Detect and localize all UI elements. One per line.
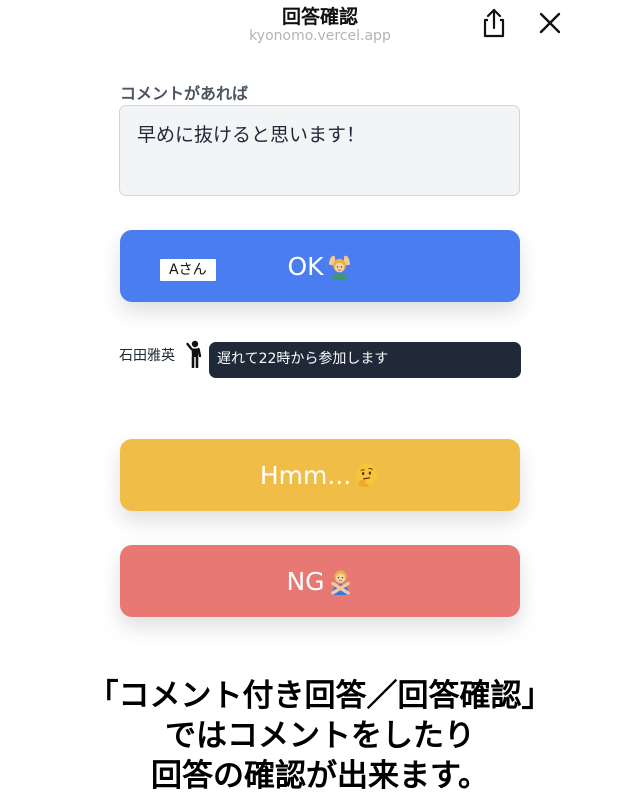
caption-line-3: 回答の確認が出来ます。 [151, 758, 489, 794]
caption-line-2: ではコメントをしたり [165, 718, 475, 754]
comment-field[interactable]: 早めに抜けると思います！ [119, 105, 520, 196]
comment-bubble: 遅れて22時から参加します [209, 342, 521, 378]
ng-label: NG [286, 566, 325, 596]
responder-tag: Aさん [160, 259, 216, 281]
person-gesturing-no-icon [330, 569, 350, 595]
commenter-name: 石田雅英 [119, 348, 175, 364]
header: 回答確認 kyonomo.vercel.app [0, 0, 640, 56]
caption: 「コメント付き回答／回答確認」 ではコメントをしたり 回答の確認が出来ます。 [0, 676, 640, 796]
caption-line-1: 「コメント付き回答／回答確認」 [87, 678, 553, 714]
share-button[interactable] [476, 6, 512, 42]
ng-button[interactable]: NG [120, 545, 520, 617]
close-button[interactable] [532, 6, 568, 42]
person-standing-icon [186, 340, 202, 368]
share-icon [483, 8, 505, 38]
hmm-label: Hmm... [259, 460, 352, 490]
hmm-button[interactable]: Hmm... [120, 439, 520, 511]
answer-confirm-page: 回答確認 kyonomo.vercel.app コメントがあれば 早めに抜けると… [0, 0, 640, 800]
close-icon [539, 12, 561, 34]
ok-label: OK [287, 251, 324, 281]
thinking-face-icon [356, 463, 378, 487]
person-gesturing-ok-icon [328, 255, 350, 280]
comment-label: コメントがあれば [120, 84, 249, 103]
